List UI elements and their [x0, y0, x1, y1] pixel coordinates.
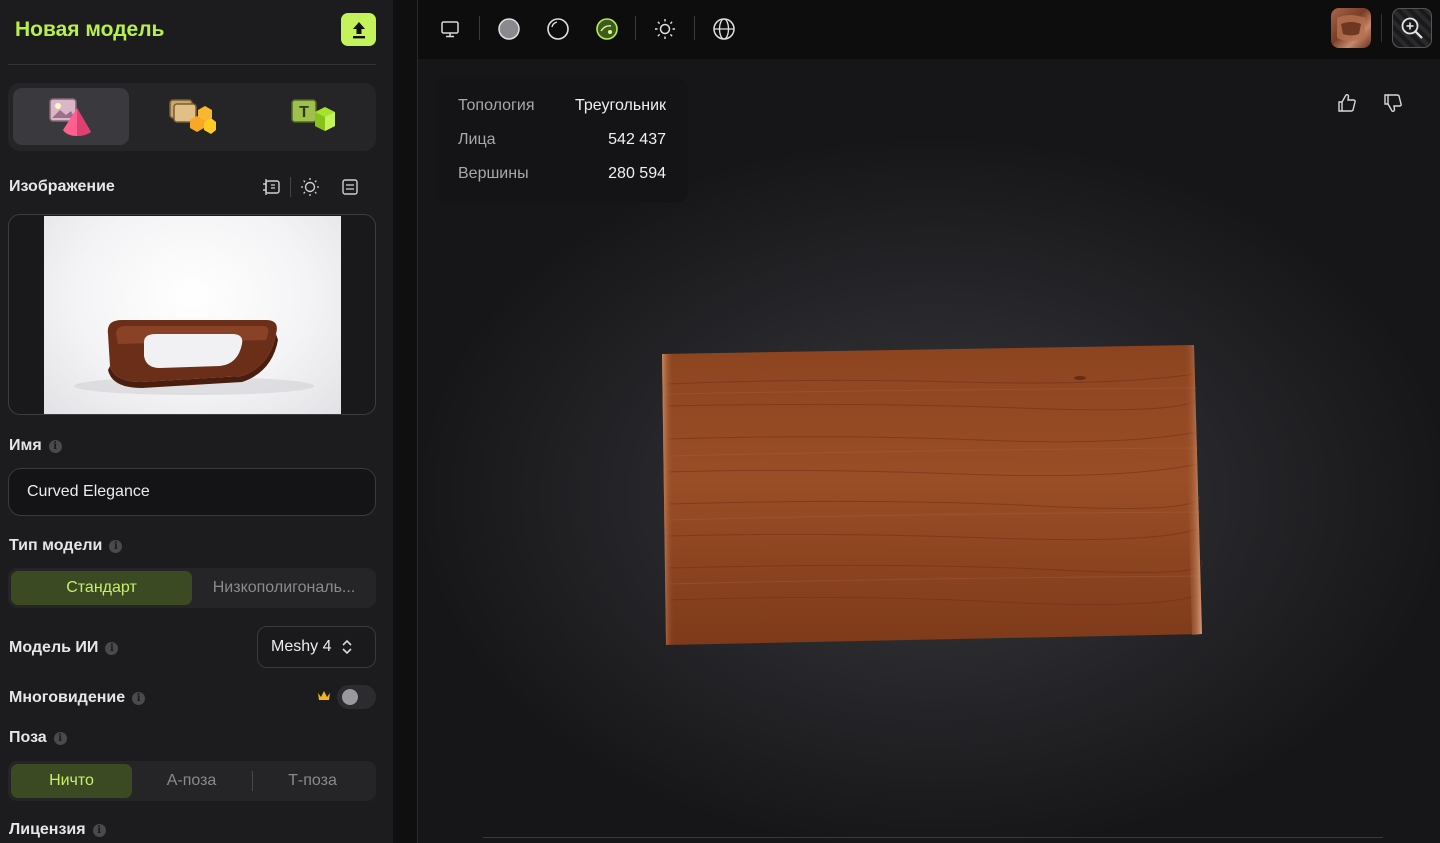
pose-option-none[interactable]: Ничто	[11, 764, 132, 798]
pose-selector: Ничто А-поза Т-поза	[8, 761, 376, 801]
thumbs-down-icon[interactable]	[1380, 90, 1406, 116]
toolbar-divider	[635, 16, 636, 40]
info-icon[interactable]: i	[53, 731, 67, 745]
model-type-section-label: Тип модели i	[9, 537, 123, 555]
model-thumbnail[interactable]	[1331, 8, 1371, 48]
toggle-knob	[342, 689, 358, 705]
mode-tabs: T	[8, 83, 376, 151]
text-to-3d-icon: T	[291, 98, 335, 131]
light-bulb-icon[interactable]	[297, 174, 323, 200]
crown-icon	[318, 691, 330, 700]
stat-value: 542 437	[608, 131, 666, 148]
3d-model-render[interactable]	[660, 344, 1203, 645]
name-section-label: Имя i	[9, 437, 62, 455]
license-section-label: Лицензия i	[9, 821, 106, 839]
stat-value: Треугольник	[575, 97, 666, 114]
zoom-button[interactable]	[1392, 8, 1432, 48]
toolbar-divider	[1381, 14, 1382, 42]
page-title: Новая модель	[15, 18, 165, 41]
info-icon[interactable]: i	[48, 439, 62, 453]
image-label: Изображение	[9, 178, 115, 195]
stat-row: Топология Треугольник	[458, 97, 666, 115]
sun-icon[interactable]	[650, 14, 680, 44]
viewport[interactable]: Топология Треугольник Лица 542 437 Верши…	[417, 0, 1440, 843]
pose-section-label: Поза i	[9, 729, 67, 747]
upload-button[interactable]	[341, 13, 376, 46]
solid-sphere-icon[interactable]	[494, 14, 524, 44]
tab-multi-image-to-3d[interactable]	[134, 88, 250, 145]
model-name-input[interactable]: Curved Elegance	[8, 468, 376, 516]
textured-sphere-icon[interactable]	[592, 14, 622, 44]
upload-icon	[352, 21, 365, 38]
tab-image-to-3d[interactable]	[13, 88, 129, 145]
tool-divider	[290, 177, 291, 197]
image-to-3d-icon	[49, 97, 91, 136]
stat-row: Вершины 280 594	[458, 165, 666, 183]
multiview-section-label: Многовидение i	[9, 689, 146, 707]
toolbar-divider	[479, 16, 480, 40]
monitor-icon[interactable]	[435, 14, 465, 44]
thumbs-up-icon[interactable]	[1334, 90, 1360, 116]
left-panel: Новая модель T Изображение Имя i Curved …	[0, 0, 393, 843]
timeline-track	[483, 837, 1383, 838]
model-type-label: Тип модели	[9, 537, 103, 554]
zoom-icon	[1401, 17, 1423, 39]
outline-sphere-icon[interactable]	[543, 14, 573, 44]
model-name-value: Curved Elegance	[27, 483, 150, 500]
stat-key: Вершины	[458, 165, 529, 182]
info-icon[interactable]: i	[132, 691, 146, 705]
pose-option-t[interactable]: Т-поза	[253, 764, 372, 798]
ai-model-section-label: Модель ИИ i	[9, 639, 119, 657]
license-label: Лицензия	[9, 821, 86, 838]
model-type-option-lowpoly[interactable]: Низкополигональ...	[196, 571, 372, 605]
reference-image	[44, 216, 341, 414]
multiview-toggle[interactable]	[337, 685, 376, 709]
viewport-toolbar	[418, 0, 1440, 59]
multi-image-icon	[169, 98, 216, 134]
image-section-label: Изображение	[9, 178, 115, 196]
info-icon[interactable]: i	[109, 539, 123, 553]
image-tools	[258, 174, 376, 200]
name-label: Имя	[9, 437, 42, 454]
globe-icon[interactable]	[709, 14, 739, 44]
pose-label: Поза	[9, 729, 47, 746]
panel-icon[interactable]	[337, 174, 363, 200]
ai-model-select[interactable]: Meshy 4	[257, 626, 376, 668]
svg-text:T: T	[299, 104, 309, 121]
image-upload-area[interactable]	[8, 214, 376, 415]
tab-text-to-3d[interactable]: T	[255, 88, 371, 145]
toolbar-divider	[694, 16, 695, 40]
stat-key: Лица	[458, 131, 496, 148]
ai-model-value: Meshy 4	[271, 638, 332, 655]
compare-icon[interactable]	[258, 174, 284, 200]
title-divider	[8, 64, 376, 65]
stat-row: Лица 542 437	[458, 131, 666, 149]
pose-option-a[interactable]: А-поза	[132, 764, 251, 798]
stat-value: 280 594	[608, 165, 666, 182]
multiview-label: Многовидение	[9, 689, 126, 706]
info-icon[interactable]: i	[105, 641, 119, 655]
info-icon[interactable]: i	[92, 823, 106, 837]
stat-key: Топология	[458, 97, 535, 114]
ai-model-label: Модель ИИ	[9, 639, 99, 656]
chevron-updown-icon	[342, 639, 353, 655]
mesh-stats-panel: Топология Треугольник Лица 542 437 Верши…	[436, 77, 688, 203]
model-type-selector: Стандарт Низкополигональ...	[8, 568, 376, 608]
model-type-option-standard[interactable]: Стандарт	[11, 571, 192, 605]
